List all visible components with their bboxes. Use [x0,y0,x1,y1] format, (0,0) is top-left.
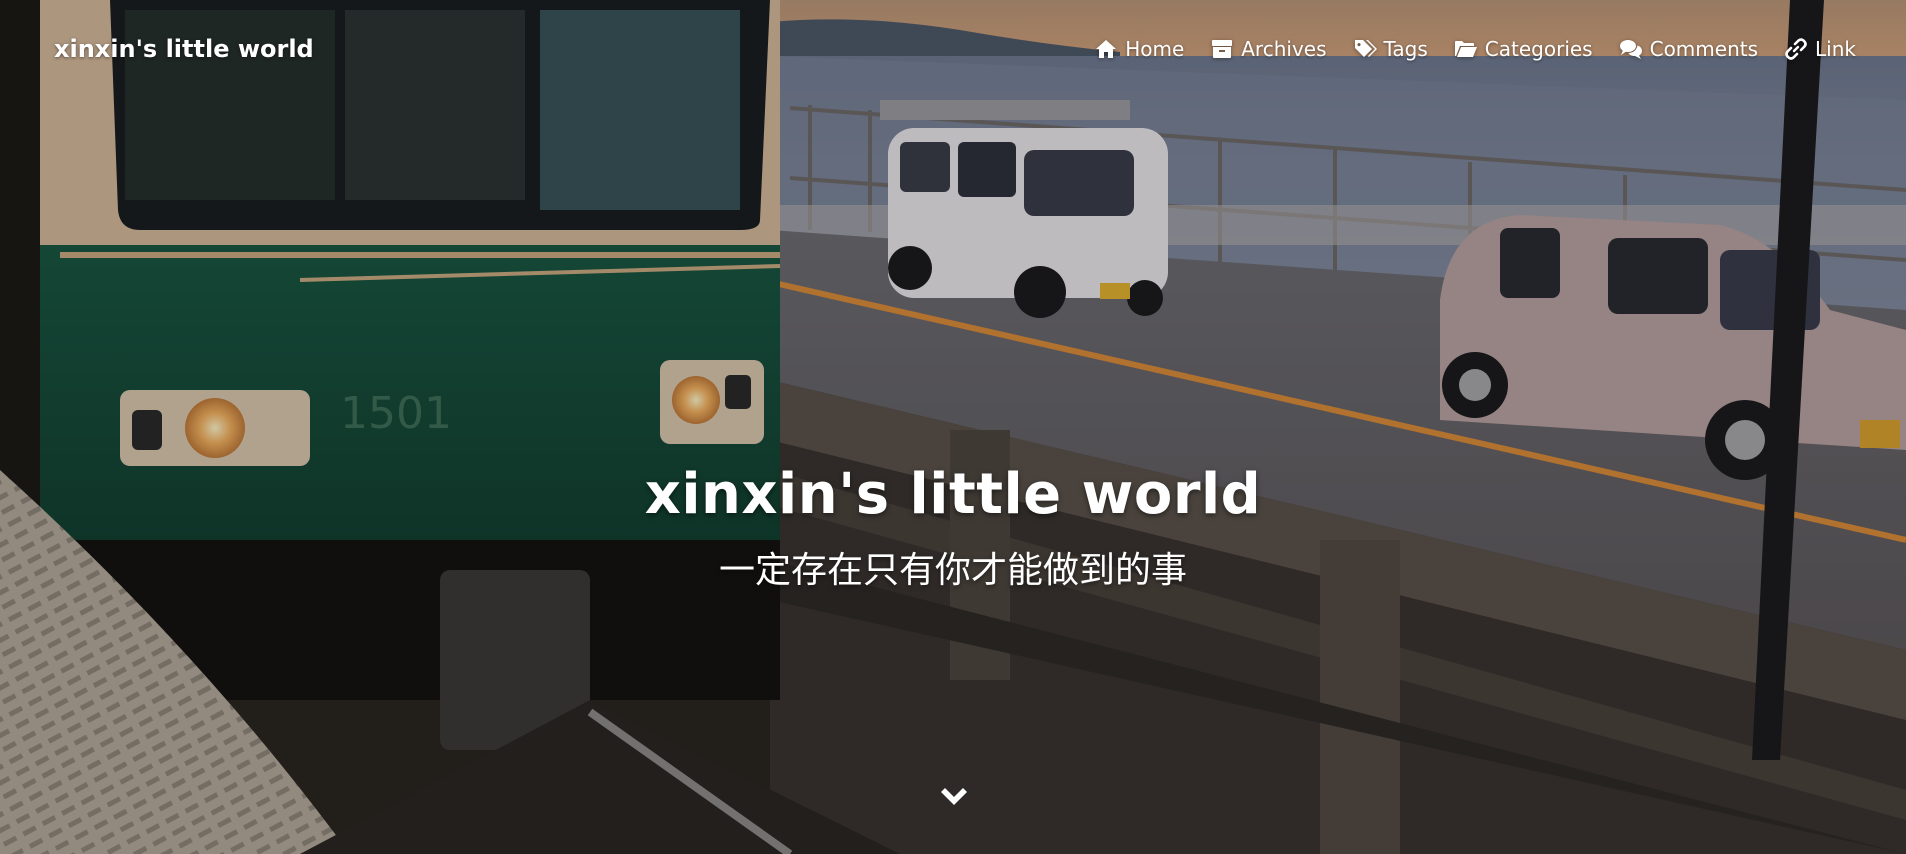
scroll-down-button[interactable] [938,786,970,810]
site-info: xinxin's little world 一定存在只有你才能做到的事 [0,462,1906,593]
comments-icon [1619,40,1642,59]
navbar: xinxin's little world Home Archives Tags [0,0,1906,98]
link-icon [1785,38,1807,60]
menu-item-categories[interactable]: Categories [1454,37,1593,61]
folder-open-icon [1454,41,1477,57]
chevron-down-icon [941,788,967,805]
menu-item-comments[interactable]: Comments [1619,37,1758,61]
site-title: xinxin's little world [644,462,1262,527]
main-menu: Home Archives Tags Categories Comments L… [1094,37,1856,61]
menu-item-link[interactable]: Link [1784,37,1856,61]
menu-item-label: Link [1815,37,1856,61]
hero-overlay [0,0,1906,854]
archive-icon [1212,40,1233,58]
menu-item-archives[interactable]: Archives [1210,37,1327,61]
menu-item-label: Archives [1241,37,1327,61]
menu-item-home[interactable]: Home [1094,37,1184,61]
menu-item-label: Comments [1649,37,1759,61]
hero-banner: 1501 [0,0,1906,854]
home-icon [1096,40,1117,58]
site-brand[interactable]: xinxin's little world [54,35,314,63]
menu-item-label: Home [1125,37,1185,61]
site-subtitle: 一定存在只有你才能做到的事 [718,550,1187,591]
menu-item-label: Categories [1484,37,1593,61]
menu-item-tags[interactable]: Tags [1353,37,1428,61]
menu-item-label: Tags [1383,37,1428,61]
tags-icon [1354,40,1377,57]
